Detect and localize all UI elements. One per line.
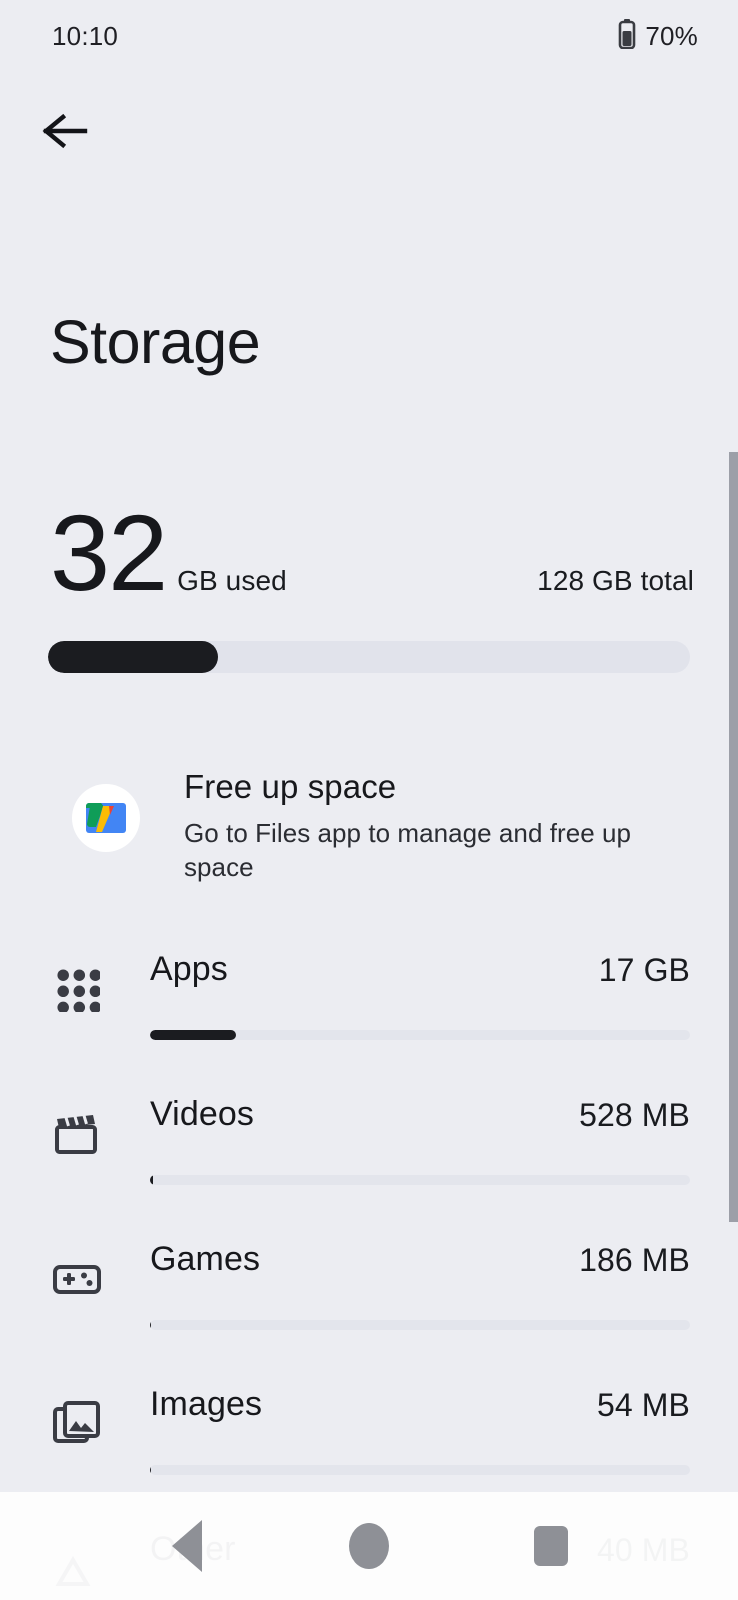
status-bar: 10:10 70% (0, 0, 738, 72)
free-up-space-text-group: Free up space Go to Files app to manage … (184, 762, 632, 885)
storage-category-row[interactable]: Videos 528 MB (0, 1083, 738, 1228)
storage-category-label: Apps (150, 950, 228, 988)
storage-category-label: Videos (150, 1095, 254, 1133)
free-up-space-subtitle: Go to Files app to manage and free up sp… (184, 817, 632, 883)
storage-category-size: 186 MB (579, 1242, 690, 1278)
total-capacity-label: 128 GB total (537, 565, 694, 596)
vertical-scrollbar[interactable] (729, 452, 738, 1222)
storage-usage-summary: 32 GB used 128 GB total (50, 480, 694, 614)
gamepad-icon (48, 1250, 106, 1308)
nav-recents-button[interactable] (511, 1506, 591, 1586)
total-storage-progress-bar (48, 641, 690, 673)
storage-category-progress-fill (150, 1320, 152, 1330)
storage-category-progress-fill (150, 1465, 151, 1475)
files-app-icon (72, 784, 140, 852)
status-bar-clock: 10:10 (52, 20, 119, 51)
storage-category-label: Games (150, 1240, 261, 1278)
storage-category-progress-bar (150, 1030, 690, 1040)
battery-percent-label: 70% (645, 20, 698, 51)
total-storage-progress-fill (48, 641, 219, 673)
storage-category-progress-bar (150, 1175, 690, 1185)
storage-category-row[interactable]: Games 186 MB (0, 1228, 738, 1373)
back-button[interactable] (34, 102, 96, 164)
nav-home-button[interactable] (329, 1506, 409, 1586)
storage-category-label: Images (150, 1385, 263, 1423)
back-arrow-icon (41, 111, 89, 156)
used-amount-value: 32 (50, 492, 168, 614)
nav-recents-square-icon (534, 1526, 568, 1566)
free-up-space-title: Free up space (184, 768, 397, 805)
status-bar-right-cluster: 70% (618, 18, 698, 54)
used-amount-group: 32 GB used (50, 492, 287, 614)
storage-category-progress-bar (150, 1465, 690, 1475)
nav-back-button[interactable] (147, 1506, 227, 1586)
storage-category-size: 17 GB (598, 952, 690, 988)
free-up-space-item[interactable]: Free up space Go to Files app to manage … (48, 762, 698, 885)
storage-category-size: 528 MB (579, 1097, 690, 1133)
nav-home-circle-icon (349, 1523, 389, 1569)
storage-category-progress-fill (150, 1175, 153, 1185)
images-photo-icon (48, 1395, 106, 1453)
storage-category-progress-fill (150, 1030, 237, 1040)
storage-category-row[interactable]: Apps 17 GB (0, 938, 738, 1083)
used-amount-unit: GB used (177, 565, 287, 597)
storage-category-size: 54 MB (597, 1387, 690, 1423)
battery-icon (618, 18, 636, 54)
nav-back-triangle-icon (172, 1520, 202, 1572)
video-clapperboard-icon (48, 1105, 106, 1163)
apps-grid-icon (48, 960, 106, 1018)
page-title: Storage (50, 308, 261, 376)
system-navigation-bar (0, 1492, 738, 1600)
storage-category-progress-bar (150, 1320, 690, 1330)
